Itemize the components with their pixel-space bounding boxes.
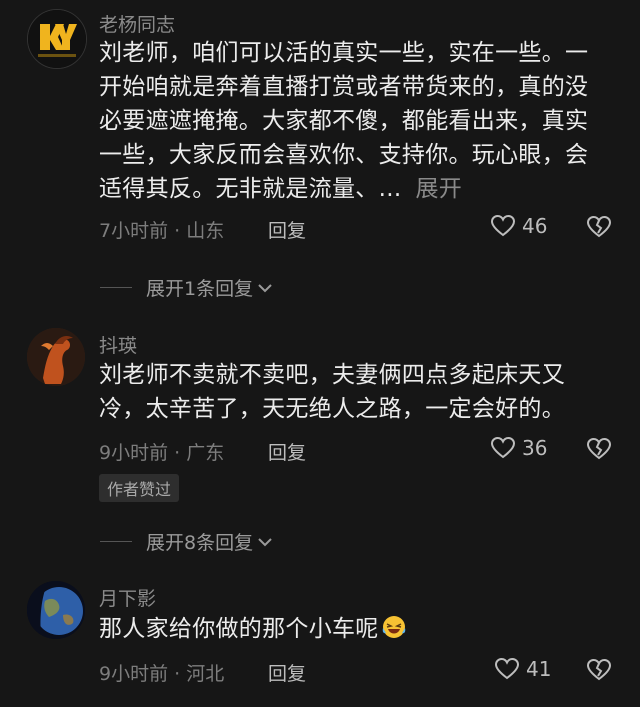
expand-text-link[interactable]: 展开 (415, 176, 462, 202)
dislike-button[interactable] (586, 437, 612, 465)
divider (100, 287, 132, 288)
broken-heart-icon (586, 215, 612, 238)
username[interactable]: 月下影 (99, 584, 156, 611)
heart-outline-icon (490, 214, 516, 237)
expand-replies-label: 展开1条回复 (146, 278, 254, 300)
time-location: 7小时前 · 山东 (99, 220, 225, 242)
heart-outline-icon (490, 436, 516, 459)
dislike-button[interactable] (586, 658, 612, 686)
divider (100, 541, 132, 542)
horse-avatar-icon (27, 328, 85, 386)
heart-outline-icon (494, 657, 520, 680)
expand-replies-button[interactable]: 展开8条回复 (100, 528, 273, 555)
like-count: 41 (526, 657, 552, 681)
time-location: 9小时前 · 河北 (99, 663, 225, 685)
comment-text: 刘老师不卖就不卖吧，夫妻俩四点多起床天又冷，太辛苦了，天无绝人之路，一定会好的。 (99, 362, 565, 422)
like-button[interactable]: 46 (490, 214, 547, 238)
comment-text: 那人家给你做的那个小车呢 (99, 612, 609, 646)
comment-text-content: 那人家给你做的那个小车呢 (99, 616, 379, 642)
like-count: 46 (522, 214, 548, 238)
reply-button[interactable]: 回复 (268, 438, 306, 465)
username[interactable]: 抖瑛 (99, 331, 137, 358)
dislike-button[interactable] (586, 215, 612, 243)
expand-replies-button[interactable]: 展开1条回复 (100, 274, 273, 301)
time-location: 9小时前 · 广东 (99, 442, 225, 464)
earth-avatar-icon (27, 581, 85, 639)
chevron-down-icon (258, 283, 272, 292)
avatar[interactable] (27, 9, 87, 69)
laughing-face-emoji-icon (382, 616, 405, 638)
like-button[interactable]: 36 (490, 436, 547, 460)
broken-heart-icon (586, 658, 612, 681)
username[interactable]: 老杨同志 (99, 10, 175, 37)
broken-heart-icon (586, 437, 612, 460)
comment-text-content: 刘老师，咱们可以活的真实一些，实在一些。一开始咱就是奔着直播打赏或者带货来的，真… (99, 40, 589, 202)
reply-button[interactable]: 回复 (268, 216, 306, 243)
avatar[interactable] (27, 328, 85, 386)
reply-button[interactable]: 回复 (268, 659, 306, 686)
avatar[interactable] (27, 581, 85, 639)
like-button[interactable]: 41 (494, 657, 551, 681)
comment-text: 刘老师，咱们可以活的真实一些，实在一些。一开始咱就是奔着直播打赏或者带货来的，真… (99, 36, 609, 206)
author-liked-badge: 作者赞过 (99, 474, 180, 502)
ky-logo-icon (28, 10, 86, 68)
like-count: 36 (522, 436, 548, 460)
expand-replies-label: 展开8条回复 (146, 532, 254, 554)
chevron-down-icon (258, 537, 272, 546)
